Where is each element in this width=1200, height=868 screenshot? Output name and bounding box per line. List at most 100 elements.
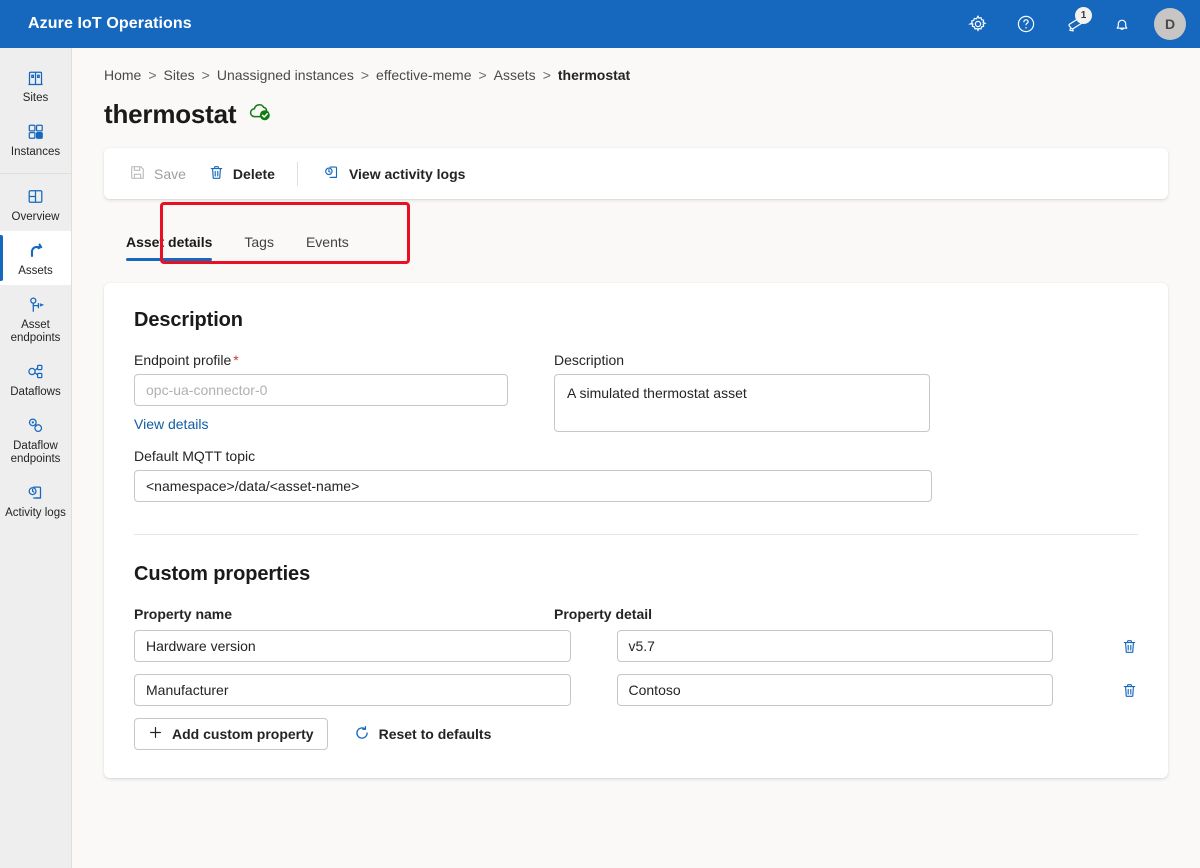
- custom-property-row: Manufacturer Contoso: [134, 674, 1138, 706]
- breadcrumb-separator: >: [478, 67, 487, 83]
- sidebar-item-label: Activity logs: [5, 507, 66, 519]
- refresh-icon: [354, 725, 370, 744]
- sites-icon: [25, 66, 46, 88]
- sidebar-divider: [0, 173, 71, 174]
- trash-icon[interactable]: [1121, 675, 1138, 705]
- tab-asset-details[interactable]: Asset details: [110, 233, 228, 261]
- view-activity-logs-button[interactable]: View activity logs: [311, 157, 476, 191]
- command-bar: Save Delete View activity logs: [104, 148, 1168, 199]
- header-actions: 1 D: [956, 2, 1186, 46]
- help-icon[interactable]: [1004, 2, 1048, 46]
- description-label: Description: [554, 352, 625, 368]
- tabs-zone: Asset details Tags Events: [72, 202, 1200, 264]
- default-mqtt-topic-label: Default MQTT topic: [134, 448, 256, 464]
- notifications-bell-icon[interactable]: [1100, 2, 1144, 46]
- breadcrumb-item-unassigned-instances[interactable]: Unassigned instances: [217, 67, 354, 83]
- sidebar-item-asset-endpoints[interactable]: Asset endpoints: [0, 285, 71, 352]
- sidebar-item-instances[interactable]: Instances: [0, 112, 71, 166]
- overview-icon: [25, 185, 46, 207]
- description-textarea[interactable]: A simulated thermostat asset: [554, 374, 930, 432]
- required-marker: *: [233, 352, 239, 368]
- breadcrumb-item-sites[interactable]: Sites: [164, 67, 195, 83]
- sidebar-item-overview[interactable]: Overview: [0, 177, 71, 231]
- sidebar-item-label: Assets: [18, 265, 53, 277]
- add-custom-property-label: Add custom property: [172, 726, 314, 742]
- asset-details-panel: Description Endpoint profile * opc-ua-con…: [104, 283, 1168, 778]
- property-detail-input[interactable]: Contoso: [616, 674, 1053, 706]
- cloud-connected-icon: [248, 102, 272, 127]
- breadcrumb-item-effective-meme[interactable]: effective-meme: [376, 67, 471, 83]
- tab-label: Events: [305, 234, 349, 250]
- instances-icon: [25, 120, 46, 142]
- user-avatar[interactable]: D: [1154, 8, 1186, 40]
- endpoint-profile-label-text: Endpoint profile: [134, 352, 232, 368]
- settings-icon[interactable]: [956, 2, 1000, 46]
- breadcrumb-separator: >: [201, 67, 210, 83]
- breadcrumb-current: thermostat: [557, 67, 631, 83]
- sidebar-item-label: Sites: [22, 92, 49, 104]
- app-root: Azure IoT Operations 1 D Sites Instances…: [0, 0, 1200, 868]
- breadcrumb-separator: >: [542, 67, 551, 83]
- save-icon: [129, 164, 146, 184]
- default-mqtt-topic-input[interactable]: <namespace>/data/<asset-name>: [134, 470, 932, 502]
- sidebar-item-assets[interactable]: Assets: [0, 231, 71, 285]
- delete-button[interactable]: Delete: [197, 157, 286, 191]
- sidebar-item-activity-logs[interactable]: Activity logs: [0, 473, 71, 527]
- custom-property-row: Hardware version v5.7: [134, 630, 1138, 662]
- endpoint-profile-label: Endpoint profile *: [134, 352, 508, 368]
- breadcrumb-separator: >: [360, 67, 370, 83]
- main-content: Home > Sites > Unassigned instances > ef…: [72, 48, 1200, 868]
- tab-label: Asset details: [126, 234, 213, 250]
- tab-events[interactable]: Events: [290, 233, 365, 261]
- property-name-column-header: Property name: [134, 606, 233, 622]
- save-button[interactable]: Save: [118, 157, 197, 191]
- property-name-input[interactable]: Manufacturer: [134, 674, 571, 706]
- property-name-input[interactable]: Hardware version: [134, 630, 571, 662]
- custom-properties-actions: Add custom property Reset to defaults: [134, 718, 1138, 750]
- page-title-row: thermostat: [72, 83, 1200, 130]
- trash-icon: [208, 164, 225, 184]
- sidebar-item-label: Dataflows: [10, 386, 61, 398]
- view-activity-logs-label: View activity logs: [348, 165, 466, 182]
- top-header: Azure IoT Operations 1 D: [0, 0, 1200, 48]
- mqtt-topic-group: Default MQTT topic <namespace>/data/<ass…: [134, 448, 1138, 502]
- activity-logs-icon: [25, 481, 46, 503]
- sidebar-item-label: Asset endpoints: [10, 319, 61, 344]
- breadcrumb: Home > Sites > Unassigned instances > ef…: [72, 48, 1200, 83]
- tab-list: Asset details Tags Events: [104, 219, 365, 261]
- property-detail-column-header: Property detail: [554, 606, 653, 622]
- page-title: thermostat: [104, 99, 237, 129]
- breadcrumb-item-home[interactable]: Home: [104, 67, 141, 83]
- description-group: Description A simulated thermostat asset: [554, 352, 930, 434]
- sidebar-item-dataflows[interactable]: Dataflows: [0, 352, 71, 406]
- save-button-label: Save: [154, 165, 186, 182]
- asset-endpoints-icon: [25, 293, 46, 315]
- dataflows-icon: [25, 360, 46, 382]
- endpoint-profile-group: Endpoint profile * opc-ua-connector-0 Vie…: [134, 352, 508, 434]
- sidebar-item-label: Overview: [11, 211, 60, 223]
- reset-to-defaults-button[interactable]: Reset to defaults: [344, 718, 502, 750]
- add-custom-property-button[interactable]: Add custom property: [134, 718, 328, 750]
- sidebar-item-label: Instances: [10, 146, 61, 158]
- sidebar-item-label: Dataflow endpoints: [10, 440, 61, 465]
- breadcrumb-separator: >: [148, 67, 157, 83]
- plus-icon: [148, 725, 163, 743]
- sidebar-item-dataflow-endpoints[interactable]: Dataflow endpoints: [0, 406, 71, 473]
- tab-tags[interactable]: Tags: [228, 233, 290, 261]
- left-navigation-rail: Sites Instances Overview Assets Asset en…: [0, 48, 72, 868]
- announcements-icon[interactable]: 1: [1052, 2, 1096, 46]
- dataflow-endpoints-icon: [25, 414, 46, 436]
- view-details-link[interactable]: View details: [134, 416, 208, 432]
- trash-icon[interactable]: [1121, 631, 1138, 661]
- custom-properties-header-row: Property name Property detail: [134, 606, 1138, 622]
- delete-button-label: Delete: [232, 165, 275, 182]
- endpoint-profile-input[interactable]: opc-ua-connector-0: [134, 374, 508, 406]
- property-detail-input[interactable]: v5.7: [616, 630, 1053, 662]
- sidebar-item-sites[interactable]: Sites: [0, 58, 71, 112]
- custom-properties-heading: Custom properties: [134, 563, 311, 585]
- announcements-badge: 1: [1075, 7, 1092, 24]
- assets-icon: [25, 239, 47, 261]
- tab-label: Tags: [244, 234, 274, 250]
- description-row: Endpoint profile * opc-ua-connector-0 Vie…: [134, 352, 1138, 434]
- breadcrumb-item-assets[interactable]: Assets: [494, 67, 536, 83]
